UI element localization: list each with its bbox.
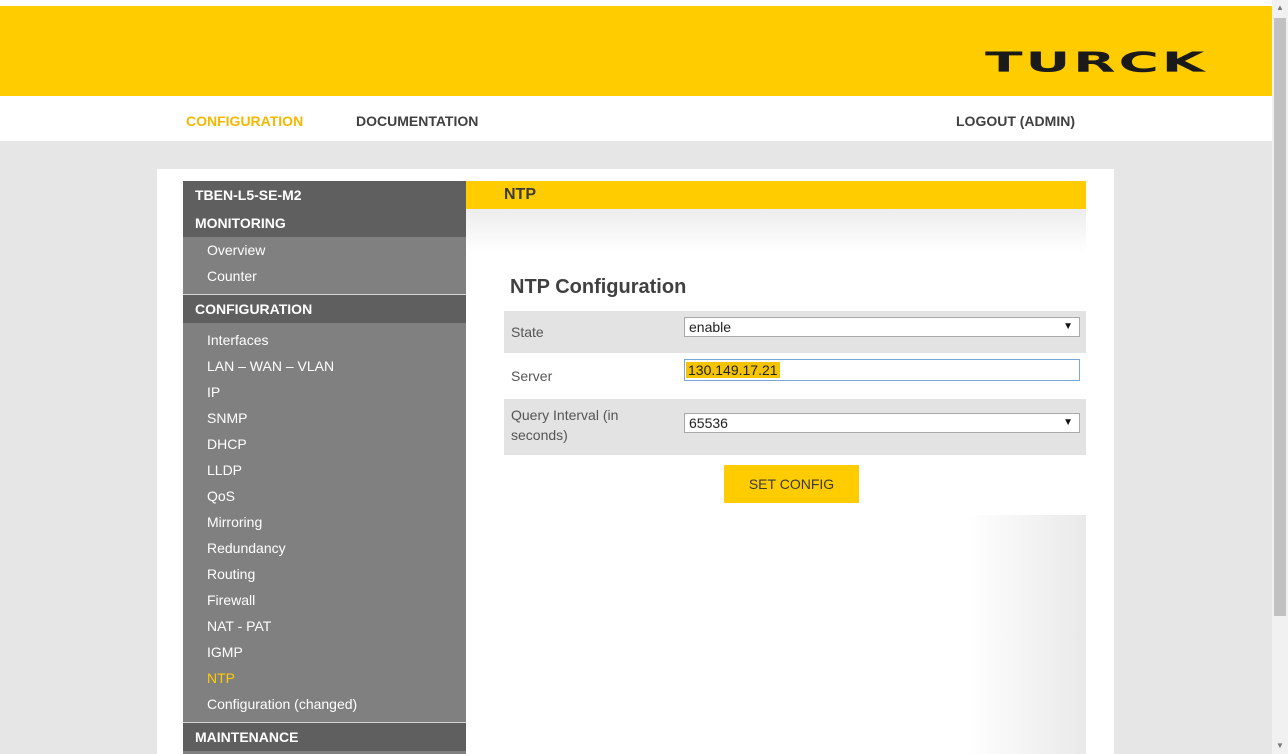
server-input-value: 130.149.17.21	[686, 362, 780, 378]
content-shade-right	[966, 515, 1086, 754]
sidebar-item-routing[interactable]: Routing	[183, 561, 466, 587]
state-label: State	[511, 324, 544, 340]
device-name: TBEN-L5-SE-M2	[183, 181, 466, 209]
sidebar-item-redundancy[interactable]: Redundancy	[183, 535, 466, 561]
sidebar-item-ntp[interactable]: NTP	[183, 665, 466, 691]
query-interval-label-line1: Query Interval (in	[511, 407, 619, 423]
page-scrollbar[interactable]: ▲ ▼	[1272, 0, 1288, 754]
sidebar-item-dhcp[interactable]: DHCP	[183, 431, 466, 457]
query-interval-select[interactable]: 65536 ▼	[684, 413, 1080, 433]
chevron-down-icon: ▼	[1063, 321, 1073, 332]
server-row: Server 130.149.17.21	[504, 355, 1086, 397]
sidebar-item-snmp[interactable]: SNMP	[183, 405, 466, 431]
scrollbar-thumb[interactable]	[1274, 18, 1286, 616]
sidebar-item-overview[interactable]: Overview	[183, 237, 466, 263]
sidebar-heading-configuration[interactable]: CONFIGURATION	[183, 295, 466, 323]
server-input[interactable]: 130.149.17.21	[684, 359, 1080, 381]
query-interval-selected-value: 65536	[689, 415, 728, 431]
top-navigation: CONFIGURATION DOCUMENTATION LOGOUT (ADMI…	[0, 96, 1272, 141]
nav-configuration-link[interactable]: CONFIGURATION	[186, 96, 303, 141]
sidebar-item-igmp[interactable]: IGMP	[183, 639, 466, 665]
turck-logo: TURCK	[985, 46, 1208, 78]
scroll-up-arrow-icon[interactable]: ▲	[1272, 0, 1288, 16]
sidebar-item-ip[interactable]: IP	[183, 379, 466, 405]
sidebar-item-mirroring[interactable]: Mirroring	[183, 509, 466, 535]
brand-header: TURCK	[0, 6, 1272, 96]
nav-documentation-link[interactable]: DOCUMENTATION	[356, 96, 478, 141]
server-label: Server	[511, 368, 553, 384]
logout-link[interactable]: LOGOUT (ADMIN)	[956, 96, 1075, 141]
sidebar-item-qos[interactable]: QoS	[183, 483, 466, 509]
state-row: State enable ▼	[504, 311, 1086, 353]
content-shade	[466, 209, 1086, 272]
sidebar-item-nat-pat[interactable]: NAT - PAT	[183, 613, 466, 639]
sidebar-heading-maintenance[interactable]: MAINTENANCE	[183, 723, 466, 751]
state-selected-value: enable	[689, 319, 732, 335]
scroll-down-arrow-icon[interactable]: ▼	[1272, 738, 1288, 754]
sidebar-item-counter[interactable]: Counter	[183, 263, 466, 289]
page-title: NTP	[466, 181, 1086, 209]
chevron-down-icon: ▼	[1063, 417, 1073, 428]
sidebar-item-interfaces[interactable]: Interfaces	[183, 327, 466, 353]
sidebar-heading-monitoring[interactable]: MONITORING	[183, 209, 466, 237]
sidebar-item-lldp[interactable]: LLDP	[183, 457, 466, 483]
sidebar-section-configuration: CONFIGURATION Interfaces LAN – WAN – VLA…	[183, 294, 466, 722]
set-config-button[interactable]: SET CONFIG	[724, 465, 859, 503]
form-title: NTP Configuration	[510, 276, 687, 298]
sidebar-item-configuration-changed[interactable]: Configuration (changed)	[183, 691, 466, 717]
sidebar-section-maintenance: MAINTENANCE	[183, 722, 466, 751]
sidebar-item-firewall[interactable]: Firewall	[183, 587, 466, 613]
query-interval-label: Query Interval (in seconds)	[511, 405, 618, 445]
state-select[interactable]: enable ▼	[684, 317, 1080, 337]
query-interval-label-line2: seconds)	[511, 427, 568, 443]
sidebar-item-lan-wan-vlan[interactable]: LAN – WAN – VLAN	[183, 353, 466, 379]
content-edge	[1086, 209, 1114, 754]
query-interval-row: Query Interval (in seconds) 65536 ▼	[504, 399, 1086, 455]
sidebar-menu: TBEN-L5-SE-M2 MONITORING Overview Counte…	[183, 181, 466, 754]
